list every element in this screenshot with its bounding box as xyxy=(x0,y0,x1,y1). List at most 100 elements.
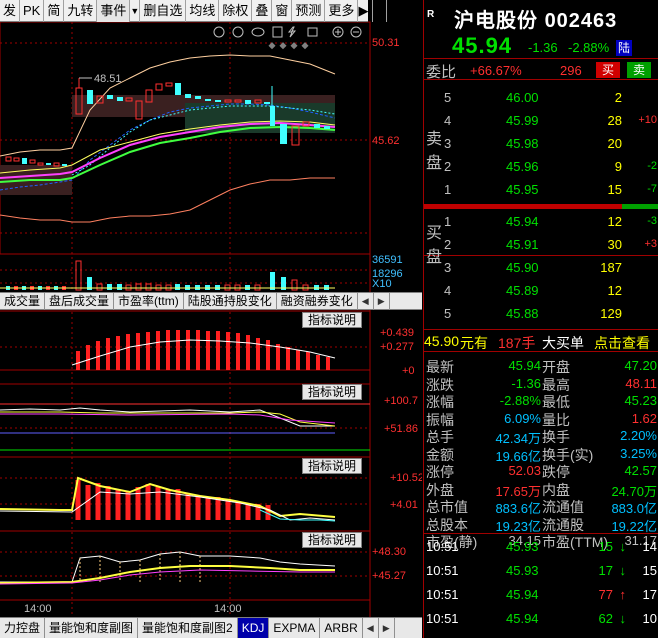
indicator-help-button-3[interactable]: 指标说明 xyxy=(302,458,362,474)
order-ratio-label: 委比 xyxy=(426,64,457,81)
buy-row[interactable]: 5 45.88 129 xyxy=(424,302,658,325)
sell-row[interactable]: 2 45.96 9 -2 xyxy=(424,155,658,178)
price-change: -1.36 xyxy=(528,40,558,55)
tick-count: 14 xyxy=(642,539,657,554)
tab-likongpan[interactable]: 力控盘 xyxy=(0,618,46,638)
tick-row: 10:51 45.93 17 ↓ 15 xyxy=(424,558,658,582)
stat-value: 45.23 xyxy=(624,393,657,408)
toolbar-fa[interactable]: 发 xyxy=(0,0,21,22)
tab-after-hours-volume[interactable]: 盘后成交量 xyxy=(45,293,115,310)
stat-value: 42.57 xyxy=(624,463,657,478)
tab-expma[interactable]: EXPMA xyxy=(269,618,321,638)
big-buy-link[interactable]: 点击查看 xyxy=(594,333,650,353)
high-marker: 48.51 xyxy=(94,73,122,85)
stat-value: 2.20% xyxy=(620,428,657,443)
tick-list: 10:51 45.93 15 ↓ 14 10:51 45.93 17 ↓ 15 10:51 45.94… xyxy=(424,534,658,630)
arrow-up-icon: ↑ xyxy=(619,587,627,602)
toolbar-end-icon[interactable]: ▶| xyxy=(358,0,374,22)
stat-row: 振幅 6.09% 量比 1.62 xyxy=(424,409,658,428)
price-bar: 45.94 -1.36 -2.88% 陆 xyxy=(424,32,658,58)
tab-margin-change[interactable]: 融资融券变化 xyxy=(277,293,358,310)
stock-code: 002463 xyxy=(544,10,618,32)
tick-price: 45.94 xyxy=(506,611,539,626)
tick-time: 10:51 xyxy=(426,539,459,554)
tick-volume: 77 xyxy=(598,587,613,602)
stat-row: 涨跌 -1.36 最高 48.11 xyxy=(424,374,658,393)
tab-pe-ttm[interactable]: 市盈率(ttm) xyxy=(114,293,184,310)
toolbar-exright[interactable]: 除权 xyxy=(219,0,253,22)
main-axis-mid: 45.62 xyxy=(372,135,400,147)
tick-volume: 62 xyxy=(598,611,613,626)
tab-volume[interactable]: 成交量 xyxy=(0,293,46,310)
stat-row: 金额 19.66亿 换手(实) 3.25% xyxy=(424,444,658,464)
stock-title: 沪电股份 002463 xyxy=(454,4,617,33)
toolbar-events-dropdown[interactable]: ▼ xyxy=(130,0,141,22)
indicator-help-button-4[interactable]: 指标说明 xyxy=(302,532,362,548)
sell-button[interactable]: 卖 xyxy=(627,62,651,78)
sell-row[interactable]: 1 45.95 15 -7 xyxy=(424,178,658,201)
toolbar-more[interactable]: 更多 xyxy=(325,0,359,22)
big-buy-unit: 元有 xyxy=(460,335,488,351)
toolbar-jiuzhuan[interactable]: 九转 xyxy=(64,0,98,22)
quote-stats: 最新 45.94 开盘 47.20 涨跌 -1.36 最高 48.11 涨幅 -2.88% 最低 45… xyxy=(424,352,658,550)
stat-value: 48.11 xyxy=(625,375,657,391)
toolbar-window[interactable]: 窗 xyxy=(272,0,293,22)
tab-kdj[interactable]: KDJ xyxy=(237,618,270,638)
bottom-tab-scroll-right-icon[interactable]: ▶ xyxy=(379,618,395,638)
ind2-axis-top: +100.7 xyxy=(384,395,418,407)
sell-row[interactable]: 4 45.99 28 +10 xyxy=(424,109,658,132)
toolbar-simple[interactable]: 简 xyxy=(44,0,65,22)
stat-row: 外盘 17.65万 内盘 24.70万 xyxy=(424,479,658,499)
buy-row[interactable]: 2 45.91 30 +3 xyxy=(424,233,658,256)
ind4-axis-mid: +45.27 xyxy=(372,570,406,582)
stat-row: 总股本 19.23亿 流通股 19.22亿 xyxy=(424,514,658,534)
tab-volume-saturation-2[interactable]: 量能饱和度副图2 xyxy=(138,618,238,638)
indicator-help-button-2[interactable]: 指标说明 xyxy=(302,384,362,400)
stat-value: 1.62 xyxy=(631,410,657,426)
chart-panel: 48.51 50.31 45.62 36591 18296 X10 +0.439… xyxy=(0,0,422,638)
buy-row[interactable]: 1 45.94 12 -3 xyxy=(424,210,658,233)
big-buy-order-bar[interactable]: 45.90 元有 187手 大买单 点击查看 xyxy=(424,330,658,352)
ind1-axis-zero: +0 xyxy=(402,365,415,377)
time-label-right: 14:00 xyxy=(214,603,242,615)
volume-tabs: 成交量 盘后成交量 市盈率(ttm) 陆股通持股变化 融资融券变化 ◀ ▶ xyxy=(0,292,422,310)
ind1-axis-top: +0.439 xyxy=(380,327,414,339)
tab-arbr[interactable]: ARBR xyxy=(320,618,363,638)
sell-row[interactable]: 5 46.00 2 xyxy=(424,86,658,109)
stat-value: 52.03 xyxy=(508,463,541,478)
stat-row: 总市值 883.6亿 流通值 883.0亿 xyxy=(424,496,658,516)
tab-volume-saturation[interactable]: 量能饱和度副图 xyxy=(45,618,139,638)
main-axis-top: 50.31 xyxy=(372,37,400,49)
r-icon[interactable]: R xyxy=(427,9,437,22)
tick-price: 45.93 xyxy=(506,539,539,554)
indicator-help-button-1[interactable]: 指标说明 xyxy=(302,312,362,328)
tick-count: 17 xyxy=(642,587,657,602)
tab-scroll-left-icon[interactable]: ◀ xyxy=(358,293,374,310)
tick-volume: 15 xyxy=(598,539,613,554)
toolbar-events[interactable]: 事件 xyxy=(97,0,131,22)
stat-value: 45.94 xyxy=(508,358,541,373)
buy-row[interactable]: 4 45.89 12 xyxy=(424,279,658,302)
sell-row[interactable]: 3 45.98 20 xyxy=(424,132,658,155)
volume-bars xyxy=(0,260,335,291)
tick-time: 10:51 xyxy=(426,563,459,578)
stock-header: R 沪电股份 002463 xyxy=(424,0,658,32)
bottom-tab-scroll-left-icon[interactable]: ◀ xyxy=(363,618,379,638)
toolbar-remove-watchlist[interactable]: 删自选 xyxy=(140,0,187,22)
order-diff-value: 296 xyxy=(560,63,582,78)
toolbar-overlay[interactable]: 叠 xyxy=(252,0,273,22)
toolbar-last-dropdown[interactable]: ▼ xyxy=(373,0,387,22)
toolbar-forecast[interactable]: 预测 xyxy=(292,0,326,22)
tab-scroll-right-icon[interactable]: ▶ xyxy=(374,293,390,310)
ind3-axis-top: +10.52 xyxy=(390,472,422,484)
big-buy-label: 大买单 xyxy=(542,335,584,351)
arrow-down-icon: ↓ xyxy=(619,611,627,626)
last-price: 45.94 xyxy=(452,33,513,58)
buy-row[interactable]: 3 45.90 187 xyxy=(424,256,658,279)
toolbar-ma[interactable]: 均线 xyxy=(186,0,220,22)
buy-button[interactable]: 买 xyxy=(596,62,620,78)
stat-value: 3.25% xyxy=(620,445,657,461)
tab-hk-connect-change[interactable]: 陆股通持股变化 xyxy=(184,293,277,310)
toolbar-pk[interactable]: PK xyxy=(20,0,45,22)
vol-axis-unit: X10 xyxy=(372,278,392,290)
